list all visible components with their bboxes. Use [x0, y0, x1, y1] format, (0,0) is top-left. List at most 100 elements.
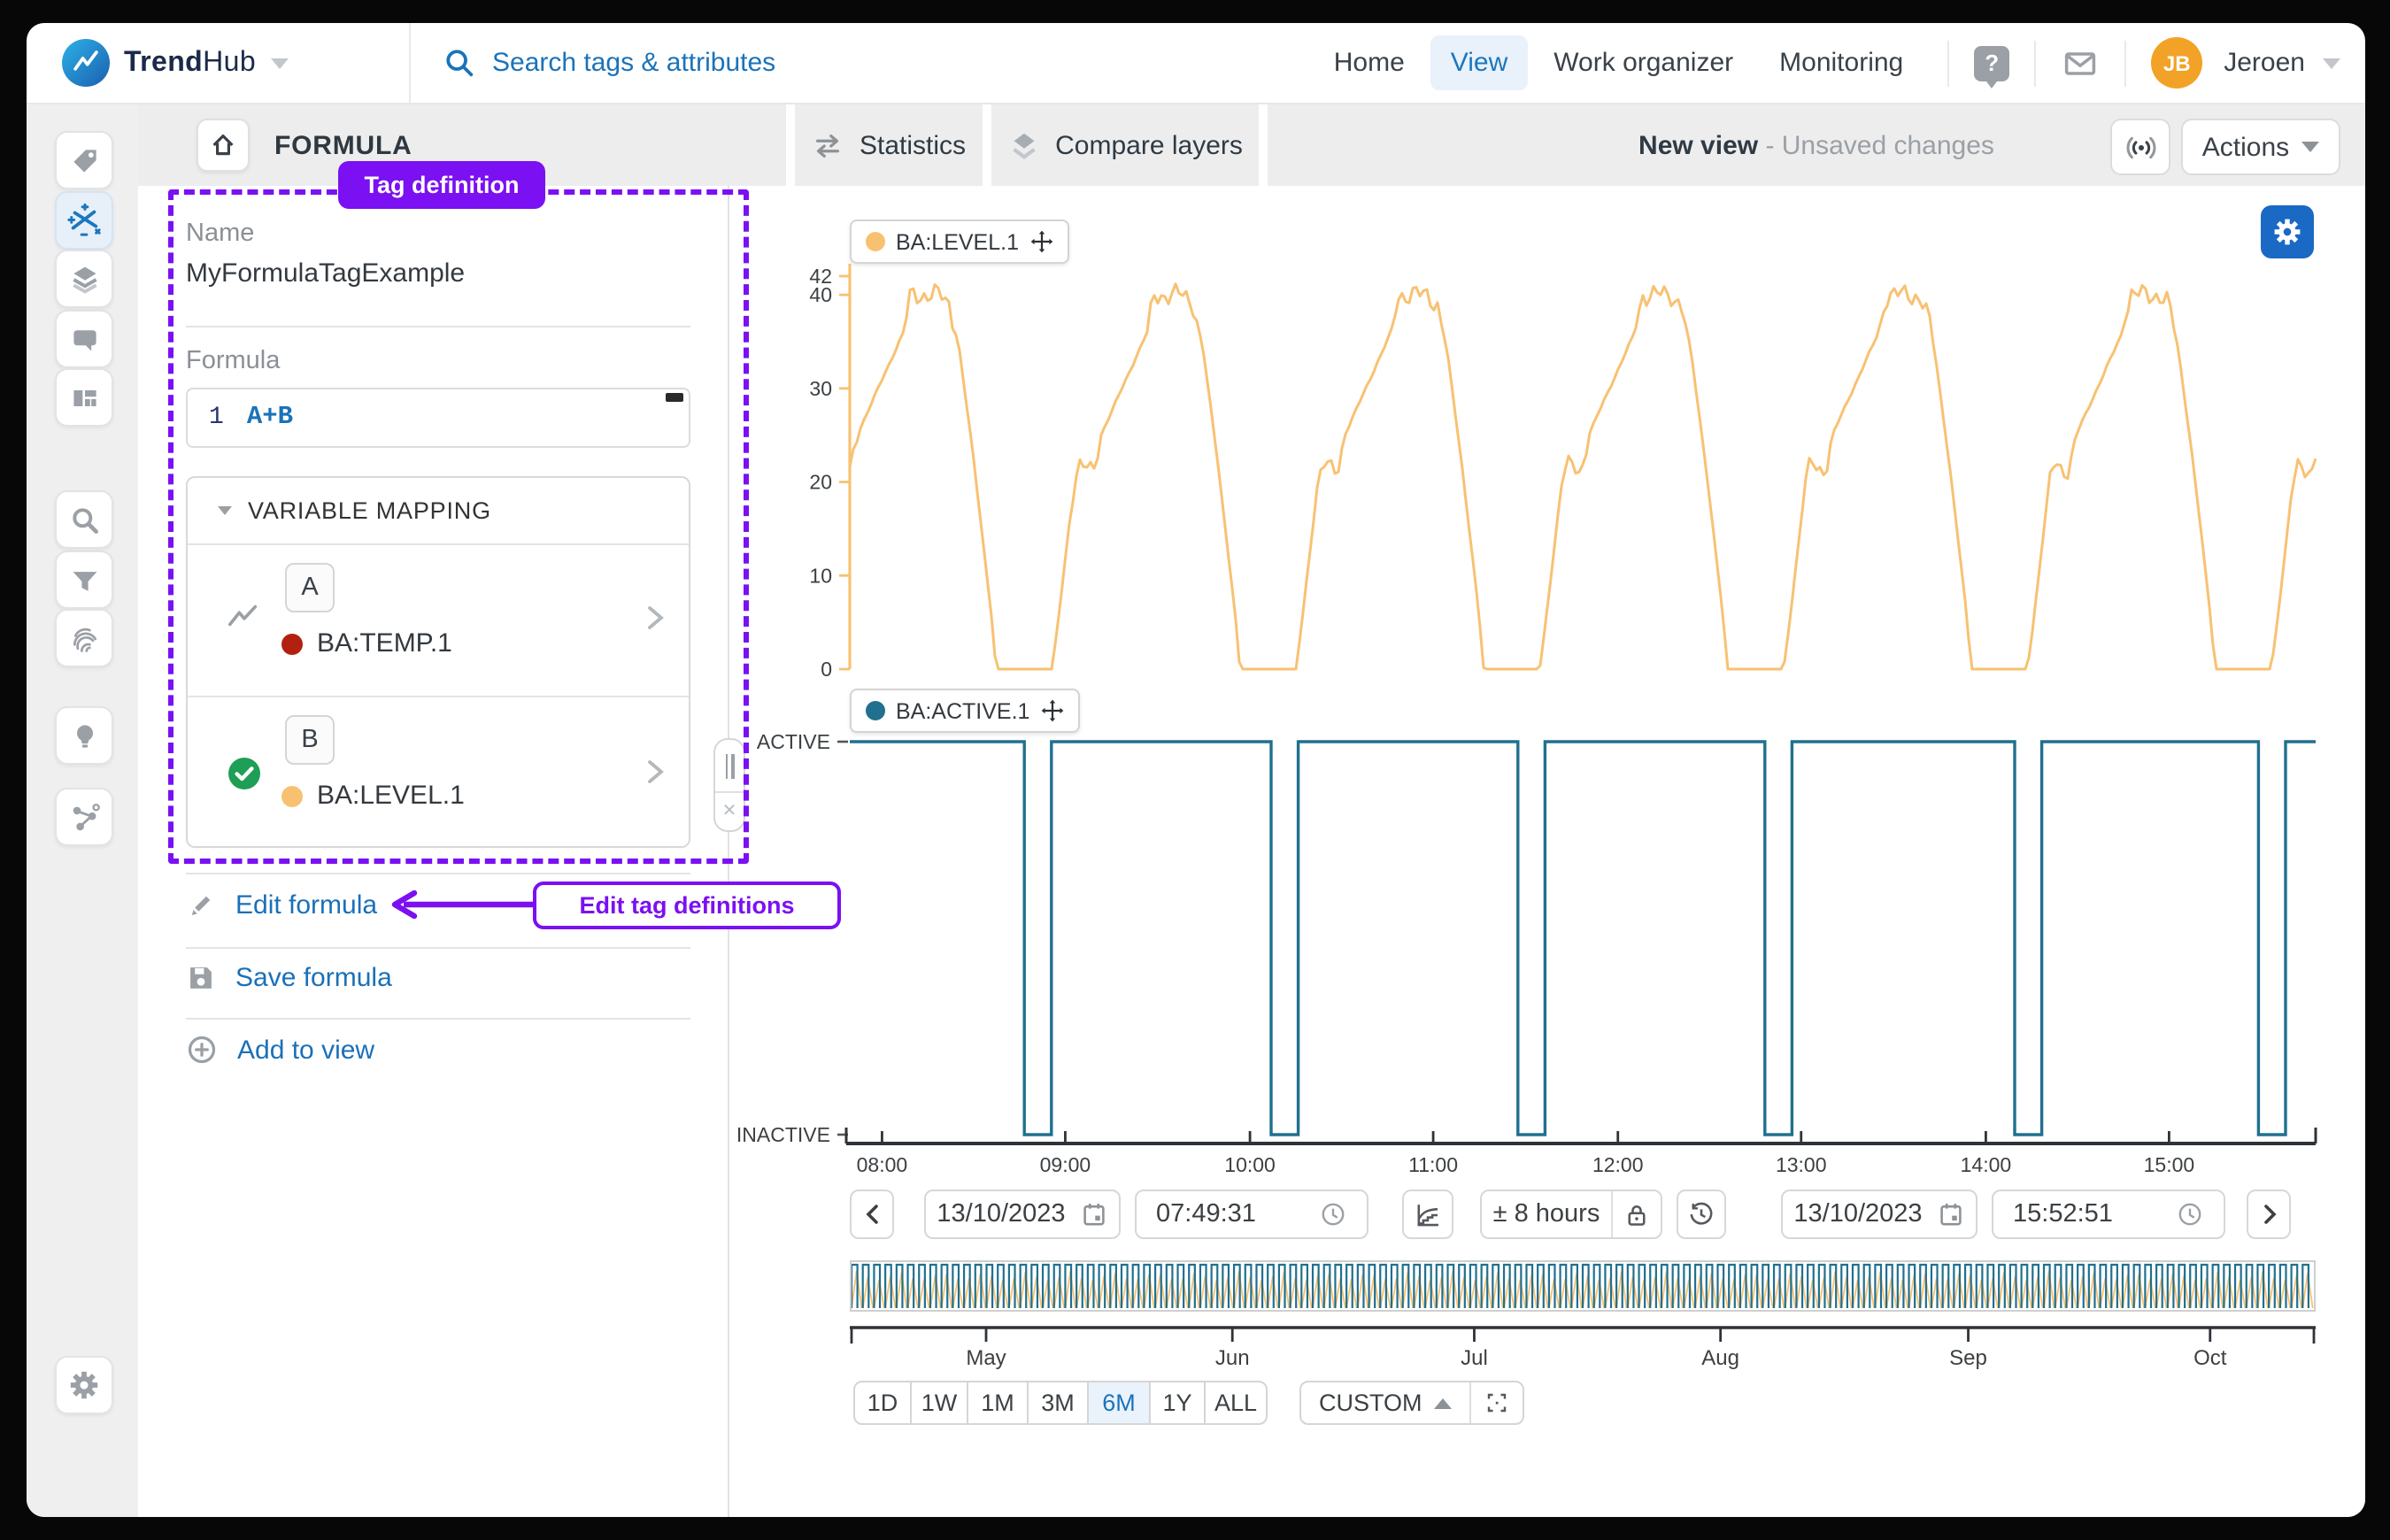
svg-text:Jul: Jul: [1461, 1346, 1488, 1370]
trend-steps-icon: [1413, 1199, 1443, 1229]
user-name[interactable]: Jeroen: [2224, 48, 2305, 78]
move-icon[interactable]: [1029, 230, 1052, 253]
nav-view[interactable]: View: [1431, 35, 1528, 90]
svg-text:ACTIVE: ACTIVE: [757, 730, 830, 753]
variable-row-b[interactable]: B BA:LEVEL.1: [188, 697, 689, 850]
nav-monitoring[interactable]: Monitoring: [1760, 35, 1923, 90]
compare-layers-button[interactable]: Compare layers: [991, 104, 1259, 186]
variable-tag[interactable]: BA:TEMP.1: [281, 628, 452, 658]
search-bar[interactable]: Search tags & attributes: [411, 23, 1314, 103]
view-unsaved: - Unsaved changes: [1765, 130, 1994, 160]
comments-tool-button[interactable]: [55, 310, 113, 368]
mail-icon[interactable]: [2061, 43, 2100, 82]
avatar[interactable]: JB: [2151, 37, 2202, 89]
caret-up-icon: [1435, 1398, 1453, 1408]
shift-forward-button[interactable]: [2247, 1190, 2291, 1239]
chevron-right-icon[interactable]: [643, 602, 667, 634]
nav-work-organizer[interactable]: Work organizer: [1534, 35, 1753, 90]
overview-strip[interactable]: [850, 1260, 2316, 1312]
search-tool-button[interactable]: [55, 490, 113, 549]
chart-area: BA:LEVEL.1 BA:ACTIVE.1 42403020100ACTIVE…: [729, 186, 2365, 1517]
variable-key-badge: B: [285, 715, 335, 765]
trend-charts[interactable]: 42403020100ACTIVEINACTIVE08:0009:0010:00…: [729, 186, 2365, 1181]
dashboard-tool-button[interactable]: [55, 368, 113, 427]
svg-text:May: May: [966, 1346, 1006, 1370]
legend-ba-level[interactable]: BA:LEVEL.1: [850, 219, 1068, 264]
start-date-field[interactable]: 13/10/2023: [924, 1190, 1121, 1239]
formula-panel: Name MyFormulaTagExample Formula 1 A+B V…: [138, 186, 729, 1517]
collapse-caret-icon: [218, 506, 232, 515]
settings-tool-button[interactable]: [55, 1356, 113, 1414]
fit-frame-button[interactable]: [1472, 1382, 1523, 1423]
save-icon: [186, 963, 216, 993]
actions-button[interactable]: Actions: [2181, 119, 2340, 175]
pencil-icon: [186, 890, 216, 920]
start-time-field[interactable]: 07:49:31: [1135, 1190, 1368, 1239]
formula-editor[interactable]: 1 A+B: [186, 388, 690, 448]
panel-resize-handle[interactable]: ✕: [713, 738, 745, 832]
variable-mapping-header[interactable]: VARIABLE MAPPING: [188, 478, 689, 545]
shift-back-button[interactable]: [850, 1190, 894, 1239]
broadcast-icon: [2124, 130, 2157, 164]
house-icon: [209, 131, 237, 159]
svg-text:12:00: 12:00: [1592, 1153, 1644, 1176]
end-date-field[interactable]: 13/10/2023: [1781, 1190, 1978, 1239]
layers-tool-button[interactable]: [55, 250, 113, 308]
range-button-1y[interactable]: 1Y: [1149, 1381, 1206, 1425]
compare-layers-icon: [1007, 128, 1041, 162]
compare-trends-button[interactable]: [1402, 1190, 1453, 1239]
fingerprint-tool-button[interactable]: [55, 609, 113, 667]
grip-icon[interactable]: [715, 740, 744, 793]
chart-settings-button[interactable]: [2261, 205, 2314, 258]
filter-tool-button[interactable]: [55, 551, 113, 609]
range-button-3m[interactable]: 3M: [1027, 1381, 1089, 1425]
gear-icon: [2271, 216, 2303, 248]
tag-tool-button[interactable]: [55, 131, 113, 189]
end-time-field[interactable]: 15:52:51: [1992, 1190, 2225, 1239]
range-button-all[interactable]: ALL: [1204, 1381, 1268, 1425]
insights-tool-button[interactable]: [55, 706, 113, 765]
name-value[interactable]: MyFormulaTagExample: [186, 258, 465, 289]
svg-text:11:00: 11:00: [1408, 1153, 1458, 1176]
app-window: TrendHub Search tags & attributes Home V…: [27, 23, 2365, 1517]
range-button-6m[interactable]: 6M: [1087, 1381, 1151, 1425]
chevron-right-icon: [2258, 1202, 2279, 1227]
range-buttons: 1D1W1M3M6M1YALL CUSTOM: [853, 1381, 1525, 1425]
nav-home[interactable]: Home: [1314, 35, 1424, 90]
add-to-view-action[interactable]: Add to view: [186, 1034, 374, 1066]
legend-ba-active[interactable]: BA:ACTIVE.1: [850, 689, 1079, 733]
svg-text:10:00: 10:00: [1224, 1153, 1276, 1176]
filter-icon: [68, 564, 100, 596]
brand-caret-icon[interactable]: [270, 58, 288, 68]
statistics-button[interactable]: Statistics: [795, 104, 983, 186]
history-button[interactable]: [1677, 1190, 1726, 1239]
range-button-1m[interactable]: 1M: [967, 1381, 1029, 1425]
variable-row-a[interactable]: A BA:TEMP.1: [188, 545, 689, 697]
brand[interactable]: TrendHub: [27, 23, 411, 103]
home-button[interactable]: [197, 119, 250, 172]
history-icon: [1687, 1200, 1715, 1228]
live-mode-button[interactable]: [2110, 119, 2170, 175]
context-tool-button[interactable]: [55, 788, 113, 846]
lock-duration-button[interactable]: [1613, 1191, 1661, 1237]
range-button-1w[interactable]: 1W: [910, 1381, 968, 1425]
move-icon[interactable]: [1040, 699, 1063, 722]
user-menu-caret-icon[interactable]: [2323, 58, 2340, 68]
formula-expression[interactable]: A+B: [247, 404, 293, 432]
edit-formula-action[interactable]: Edit formula: [186, 890, 377, 920]
svg-text:09:00: 09:00: [1040, 1153, 1091, 1176]
save-formula-action[interactable]: Save formula: [186, 963, 392, 993]
editor-scrollbar[interactable]: [666, 393, 683, 402]
help-icon[interactable]: ?: [1974, 45, 2009, 81]
divider: [2034, 40, 2036, 86]
custom-range-button[interactable]: CUSTOM: [1301, 1382, 1470, 1423]
svg-text:08:00: 08:00: [857, 1153, 908, 1176]
series-color-dot: [866, 232, 885, 251]
duration-group: ± 8 hours: [1480, 1190, 1662, 1239]
range-button-1d[interactable]: 1D: [853, 1381, 912, 1425]
collapse-panel-icon[interactable]: ✕: [722, 793, 737, 830]
chevron-right-icon[interactable]: [643, 756, 667, 788]
formula-tool-button[interactable]: [55, 191, 113, 250]
variable-tag[interactable]: BA:LEVEL.1: [281, 781, 465, 811]
duration-button[interactable]: ± 8 hours: [1482, 1191, 1611, 1237]
